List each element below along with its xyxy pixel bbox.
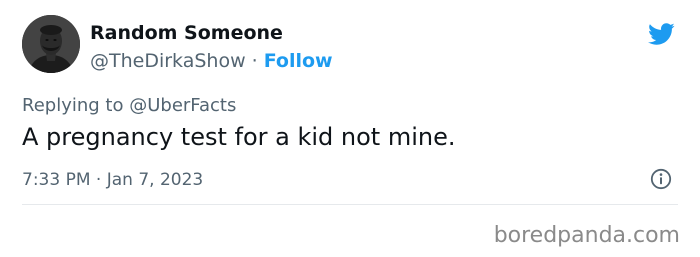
avatar[interactable] (22, 15, 80, 73)
tweet-timestamp[interactable]: 7:33 PM · Jan 7, 2023 (22, 170, 203, 190)
info-icon[interactable] (650, 168, 672, 190)
avatar-image (22, 15, 80, 73)
author-handle-line: @TheDirkaShow · Follow (90, 50, 333, 72)
replying-to-label: Replying to (22, 95, 124, 116)
replying-to-line: Replying to @UberFacts (22, 95, 236, 116)
divider (22, 204, 678, 205)
follow-button[interactable]: Follow (264, 50, 333, 72)
author-display-name[interactable]: Random Someone (90, 22, 283, 44)
handle-separator: · (251, 50, 258, 72)
author-handle[interactable]: @TheDirkaShow (90, 50, 246, 72)
boredpanda-watermark: boredpanda.com (493, 223, 680, 248)
twitter-bird-icon[interactable] (644, 20, 678, 48)
tweet-card: Random Someone @TheDirkaShow · Follow Repl… (0, 0, 700, 210)
tweet-text: A pregnancy test for a kid not mine. (22, 123, 456, 151)
replying-to-handle[interactable]: @UberFacts (129, 95, 236, 116)
